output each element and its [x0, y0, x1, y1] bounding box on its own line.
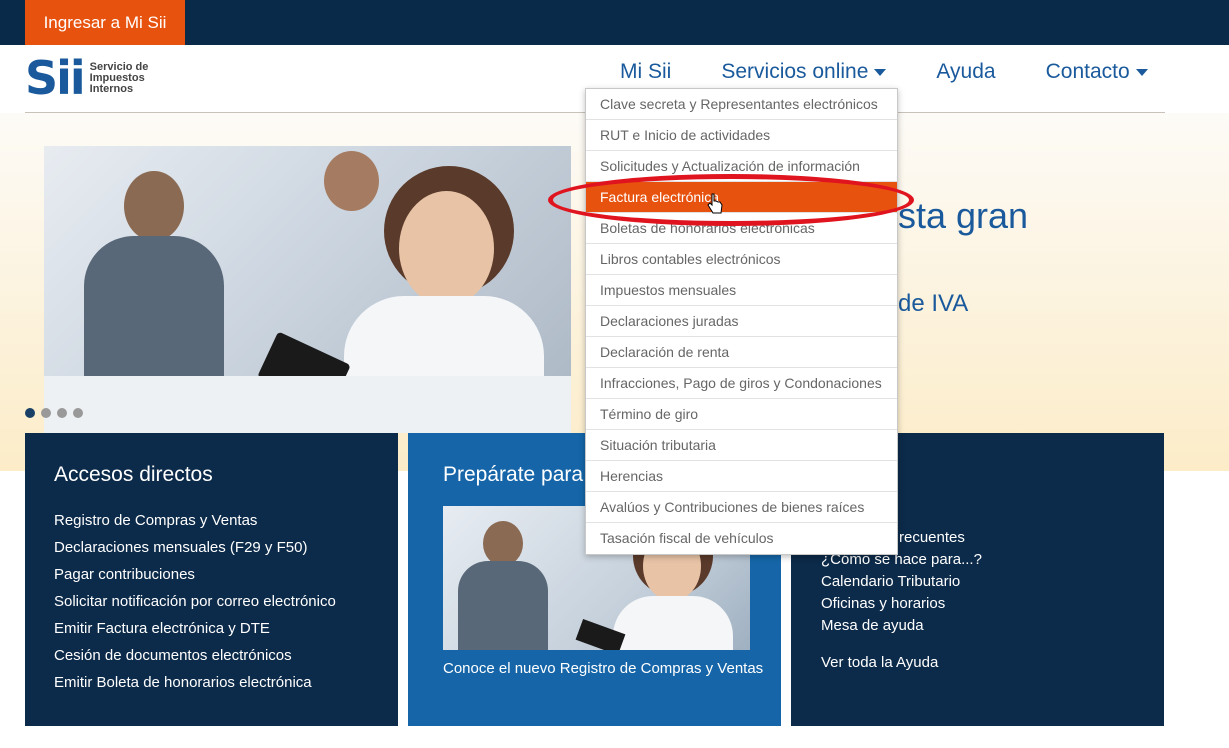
dropdown-item[interactable]: Tasación fiscal de vehículos [586, 523, 897, 554]
preparate-link[interactable]: Conoce el nuevo Registro de Compras y Ve… [443, 660, 763, 677]
nav-contacto[interactable]: Contacto [1046, 60, 1148, 84]
accesos-link[interactable]: Emitir Boleta de honorarios electrónica [54, 669, 336, 696]
dropdown-item[interactable]: Infracciones, Pago de giros y Condonacio… [586, 368, 897, 399]
carousel-dot[interactable] [25, 408, 35, 418]
ver-toda-ayuda-link[interactable]: Ver toda la Ayuda [821, 654, 938, 671]
nav-mi-sii-label: Mi Sii [620, 60, 672, 83]
accesos-link[interactable]: Declaraciones mensuales (F29 y F50) [54, 534, 336, 561]
dropdown-item[interactable]: Término de giro [586, 399, 897, 430]
accesos-link[interactable]: Registro de Compras y Ventas [54, 507, 336, 534]
dropdown-item[interactable]: Declaraciones juradas [586, 306, 897, 337]
hero-subtitle: de IVA [898, 290, 969, 317]
dropdown-item[interactable]: Libros contables electrónicos [586, 244, 897, 275]
logo-mark: Sii [25, 51, 86, 105]
accesos-link[interactable]: Cesión de documentos electrónicos [54, 642, 336, 669]
nav-contacto-label: Contacto [1045, 60, 1130, 83]
hero-photo[interactable] [44, 146, 571, 433]
colleague-head [324, 151, 379, 211]
nav-mi-sii[interactable]: Mi Sii [620, 60, 671, 84]
hero-title: sta gran [898, 195, 1029, 236]
main-nav: Mi Sii Servicios online Ayuda Contacto [620, 60, 1148, 84]
dropdown-item[interactable]: Declaración de renta [586, 337, 897, 368]
dropdown-item[interactable]: Solicitudes y Actualización de informaci… [586, 151, 897, 182]
accesos-link[interactable]: Solicitar notificación por correo electr… [54, 588, 336, 615]
carousel-dot[interactable] [57, 408, 67, 418]
carousel-dots [25, 408, 89, 418]
carousel-dot[interactable] [73, 408, 83, 418]
logo-text: Servicio de Impuestos Internos [89, 60, 149, 95]
servicios-online-dropdown: Clave secreta y Representantes electróni… [585, 88, 898, 555]
login-mi-sii-button[interactable]: Ingresar a Mi Sii [25, 0, 185, 45]
dropdown-item[interactable]: Boletas de honorarios electrónicas [586, 213, 897, 244]
person-face [399, 191, 494, 306]
hand-cursor-icon [707, 193, 723, 214]
carousel-dot[interactable] [41, 408, 51, 418]
colleague-body [458, 561, 548, 650]
dropdown-item[interactable]: Avalúos y Contribuciones de bienes raíce… [586, 492, 897, 523]
nav-servicios-online-label: Servicios online [721, 60, 869, 83]
nav-ayuda[interactable]: Ayuda [936, 60, 995, 84]
card-title: Prepárate para [443, 463, 584, 486]
accesos-link[interactable]: Pagar contribuciones [54, 561, 336, 588]
person-shirt [613, 596, 733, 650]
ayuda-link[interactable]: Calendario Tributario [821, 571, 982, 593]
colleague-head [124, 171, 184, 241]
top-bar: Ingresar a Mi Sii [0, 0, 1229, 45]
ayuda-link[interactable]: Oficinas y horarios [821, 593, 982, 615]
chevron-down-icon [874, 68, 887, 76]
dropdown-item[interactable]: Clave secreta y Representantes electróni… [586, 89, 897, 120]
accesos-link[interactable]: Emitir Factura electrónica y DTE [54, 615, 336, 642]
accesos-list: Registro de Compras y Ventas Declaracion… [54, 507, 336, 696]
dropdown-item[interactable]: RUT e Inicio de actividades [586, 120, 897, 151]
dropdown-item[interactable]: Impuestos mensuales [586, 275, 897, 306]
dropdown-item-factura-electronica[interactable]: Factura electrónica [586, 182, 897, 213]
colleague-body [84, 236, 224, 386]
accesos-directos-card: Accesos directos Registro de Compras y V… [25, 433, 398, 726]
card-title: Accesos directos [54, 463, 213, 486]
table-surface [44, 376, 571, 433]
nav-servicios-online[interactable]: Servicios online [721, 60, 887, 84]
colleague-head [483, 521, 523, 566]
chevron-down-icon [1135, 68, 1148, 76]
sii-logo[interactable]: Sii Servicio de Impuestos Internos [25, 55, 148, 101]
dropdown-item[interactable]: Herencias [586, 461, 897, 492]
nav-ayuda-label: Ayuda [936, 60, 996, 83]
ayuda-link[interactable]: Mesa de ayuda [821, 615, 982, 637]
dropdown-item[interactable]: Situación tributaria [586, 430, 897, 461]
